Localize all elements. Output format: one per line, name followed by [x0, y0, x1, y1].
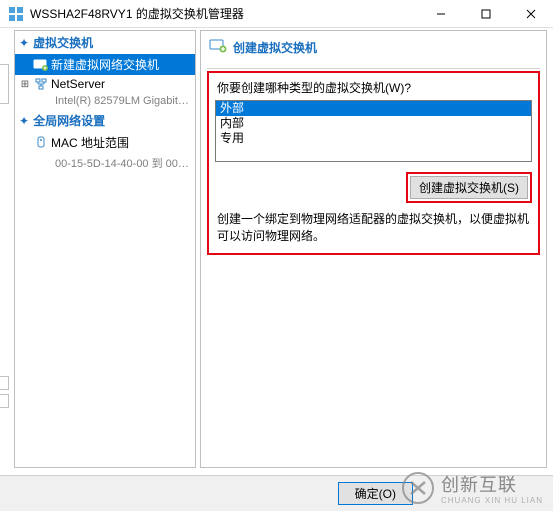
watermark: 创新互联 CHUANG XIN HU LIAN — [401, 471, 543, 505]
minimize-button[interactable] — [418, 0, 463, 28]
left-edge-fragments — [0, 64, 9, 408]
right-content-pane: 创建虚拟交换机 你要创建哪种类型的虚拟交换机(W)? 外部 内部 专用 创建虚拟… — [200, 30, 547, 468]
right-header: 创建虚拟交换机 — [201, 31, 546, 62]
tree-item-mac-sub: 00-15-5D-14-40-00 到 00-15-5D-1... — [15, 153, 195, 173]
option-external[interactable]: 外部 — [216, 101, 531, 116]
type-prompt: 你要创建哪种类型的虚拟交换机(W)? — [217, 79, 532, 96]
window-title: WSSHA2F48RVY1 的虚拟交换机管理器 — [30, 5, 418, 22]
section-global-network: ✦ 全局网络设置 — [15, 109, 195, 132]
star-icon: ✦ — [19, 114, 29, 128]
tree-label: MAC 地址范围 — [51, 134, 129, 151]
section-label: 全局网络设置 — [33, 112, 105, 129]
tree-sublabel: 00-15-5D-14-40-00 到 00-15-5D-1... — [19, 155, 191, 171]
app-icon — [8, 6, 24, 22]
tree-label: NetServer — [51, 77, 105, 91]
switch-type-listbox[interactable]: 外部 内部 专用 — [215, 100, 532, 162]
maximize-button[interactable] — [463, 0, 508, 28]
tree-item-mac-range[interactable]: MAC 地址范围 — [15, 132, 195, 153]
mac-icon — [31, 136, 51, 150]
left-tree-pane: ✦ 虚拟交换机 新建虚拟网络交换机 ⊞ NetServer Intel(R) 8… — [14, 30, 196, 468]
watermark-logo-icon — [401, 471, 435, 505]
create-button-highlight: 创建虚拟交换机(S) — [406, 172, 532, 203]
section-label: 虚拟交换机 — [33, 34, 93, 51]
window-controls — [418, 0, 553, 28]
tree-label: 新建虚拟网络交换机 — [51, 56, 159, 73]
new-switch-icon — [31, 58, 51, 72]
network-icon — [31, 78, 51, 90]
star-icon: ✦ — [19, 36, 29, 50]
watermark-subtext: CHUANG XIN HU LIAN — [441, 497, 543, 505]
option-private[interactable]: 专用 — [216, 131, 531, 146]
expand-icon[interactable]: ⊞ — [19, 79, 31, 90]
tree-sublabel: Intel(R) 82579LM Gigabit Network ... — [19, 95, 191, 107]
close-button[interactable] — [508, 0, 553, 28]
option-internal[interactable]: 内部 — [216, 116, 531, 131]
create-switch-icon — [209, 37, 227, 58]
highlighted-region: 你要创建哪种类型的虚拟交换机(W)? 外部 内部 专用 创建虚拟交换机(S) 创… — [207, 71, 540, 255]
right-header-label: 创建虚拟交换机 — [233, 39, 317, 56]
create-switch-button[interactable]: 创建虚拟交换机(S) — [410, 176, 528, 199]
tree-item-netserver[interactable]: ⊞ NetServer — [15, 75, 195, 93]
watermark-text: 创新互联 — [441, 475, 517, 495]
tree-item-netserver-sub: Intel(R) 82579LM Gigabit Network ... — [15, 93, 195, 109]
main-area: ✦ 虚拟交换机 新建虚拟网络交换机 ⊞ NetServer Intel(R) 8… — [12, 28, 553, 468]
create-row: 创建虚拟交换机(S) — [215, 172, 532, 203]
tree-item-new-switch[interactable]: 新建虚拟网络交换机 — [15, 54, 195, 75]
title-bar: WSSHA2F48RVY1 的虚拟交换机管理器 — [0, 0, 553, 28]
divider — [207, 68, 540, 69]
type-description: 创建一个绑定到物理网络适配器的虚拟交换机，以便虚拟机可以访问物理网络。 — [217, 211, 530, 245]
section-virtual-switches: ✦ 虚拟交换机 — [15, 31, 195, 54]
